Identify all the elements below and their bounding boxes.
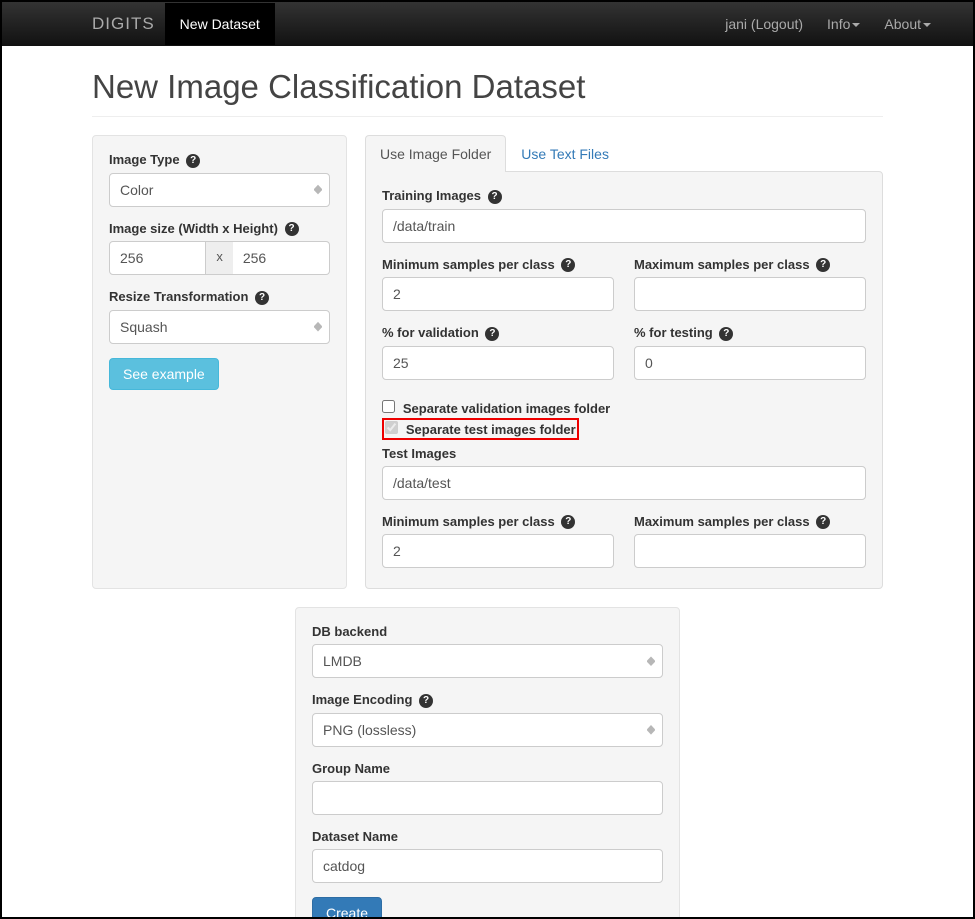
nav-about[interactable]: About xyxy=(872,3,943,45)
page-title: New Image Classification Dataset xyxy=(92,68,883,106)
max-samples-label: Maximum samples per class ? xyxy=(634,257,866,273)
group-name-input[interactable] xyxy=(312,781,663,815)
test-max-samples-input[interactable] xyxy=(634,534,866,568)
navbar: DIGITS New Dataset jani (Logout) Info Ab… xyxy=(2,2,973,46)
separate-validation-checkbox[interactable] xyxy=(382,400,395,413)
min-samples-input[interactable] xyxy=(382,277,614,311)
resize-label: Resize Transformation ? xyxy=(109,289,330,305)
divider xyxy=(92,116,883,117)
db-backend-select[interactable]: LMDB xyxy=(312,644,663,678)
min-samples-label: Minimum samples per class ? xyxy=(382,257,614,273)
max-samples-input[interactable] xyxy=(634,277,866,311)
chevron-down-icon xyxy=(923,23,931,27)
resize-select[interactable]: Squash xyxy=(109,310,330,344)
test-max-samples-label: Maximum samples per class ? xyxy=(634,514,866,530)
image-encoding-select[interactable]: PNG (lossless) xyxy=(312,713,663,747)
tab-body: Training Images ? Minimum samples per cl… xyxy=(365,171,883,589)
pct-validation-input[interactable] xyxy=(382,346,614,380)
training-images-label: Training Images ? xyxy=(382,188,866,204)
image-size-label: Image size (Width x Height) ? xyxy=(109,221,330,237)
dataset-name-input[interactable] xyxy=(312,849,663,883)
help-icon[interactable]: ? xyxy=(561,258,575,272)
pct-validation-label: % for validation ? xyxy=(382,325,614,341)
pct-testing-input[interactable] xyxy=(634,346,866,380)
create-button[interactable]: Create xyxy=(312,897,382,919)
separate-test-label: Separate test images folder xyxy=(406,422,576,437)
help-icon[interactable]: ? xyxy=(561,515,575,529)
test-images-label: Test Images xyxy=(382,446,866,461)
brand-logo[interactable]: DIGITS xyxy=(92,14,155,34)
help-icon[interactable]: ? xyxy=(255,291,269,305)
help-icon[interactable]: ? xyxy=(285,222,299,236)
help-icon[interactable]: ? xyxy=(485,327,499,341)
pct-testing-label: % for testing ? xyxy=(634,325,866,341)
help-icon[interactable]: ? xyxy=(816,258,830,272)
nav-info[interactable]: Info xyxy=(815,3,872,45)
help-icon[interactable]: ? xyxy=(186,154,200,168)
image-type-label: Image Type ? xyxy=(109,152,330,168)
help-icon[interactable]: ? xyxy=(419,694,433,708)
see-example-button[interactable]: See example xyxy=(109,358,219,390)
image-options-panel: Image Type ? Color Image size (Width x H… xyxy=(92,135,347,589)
image-type-select[interactable]: Color xyxy=(109,173,330,207)
training-images-input[interactable] xyxy=(382,209,866,243)
dataset-name-label: Dataset Name xyxy=(312,829,663,844)
chevron-down-icon xyxy=(852,23,860,27)
separate-validation-label: Separate validation images folder xyxy=(403,401,610,416)
width-input[interactable] xyxy=(109,241,206,275)
source-tabs: Use Image Folder Use Text Files xyxy=(365,135,883,172)
nav-user-logout[interactable]: jani (Logout) xyxy=(713,3,815,45)
help-icon[interactable]: ? xyxy=(816,515,830,529)
help-icon[interactable]: ? xyxy=(719,327,733,341)
tab-use-image-folder[interactable]: Use Image Folder xyxy=(365,135,506,172)
test-min-samples-label: Minimum samples per class ? xyxy=(382,514,614,530)
dataset-settings-panel: DB backend LMDB Image Encoding ? PNG (lo… xyxy=(295,607,680,919)
test-images-input[interactable] xyxy=(382,466,866,500)
image-encoding-label: Image Encoding ? xyxy=(312,692,663,708)
group-name-label: Group Name xyxy=(312,761,663,776)
size-separator: x xyxy=(206,241,233,275)
test-min-samples-input[interactable] xyxy=(382,534,614,568)
db-backend-label: DB backend xyxy=(312,624,663,639)
separate-test-checkbox[interactable] xyxy=(385,421,398,434)
tab-use-text-files[interactable]: Use Text Files xyxy=(506,135,624,172)
height-input[interactable] xyxy=(233,241,330,275)
nav-new-dataset[interactable]: New Dataset xyxy=(165,3,275,45)
help-icon[interactable]: ? xyxy=(488,190,502,204)
